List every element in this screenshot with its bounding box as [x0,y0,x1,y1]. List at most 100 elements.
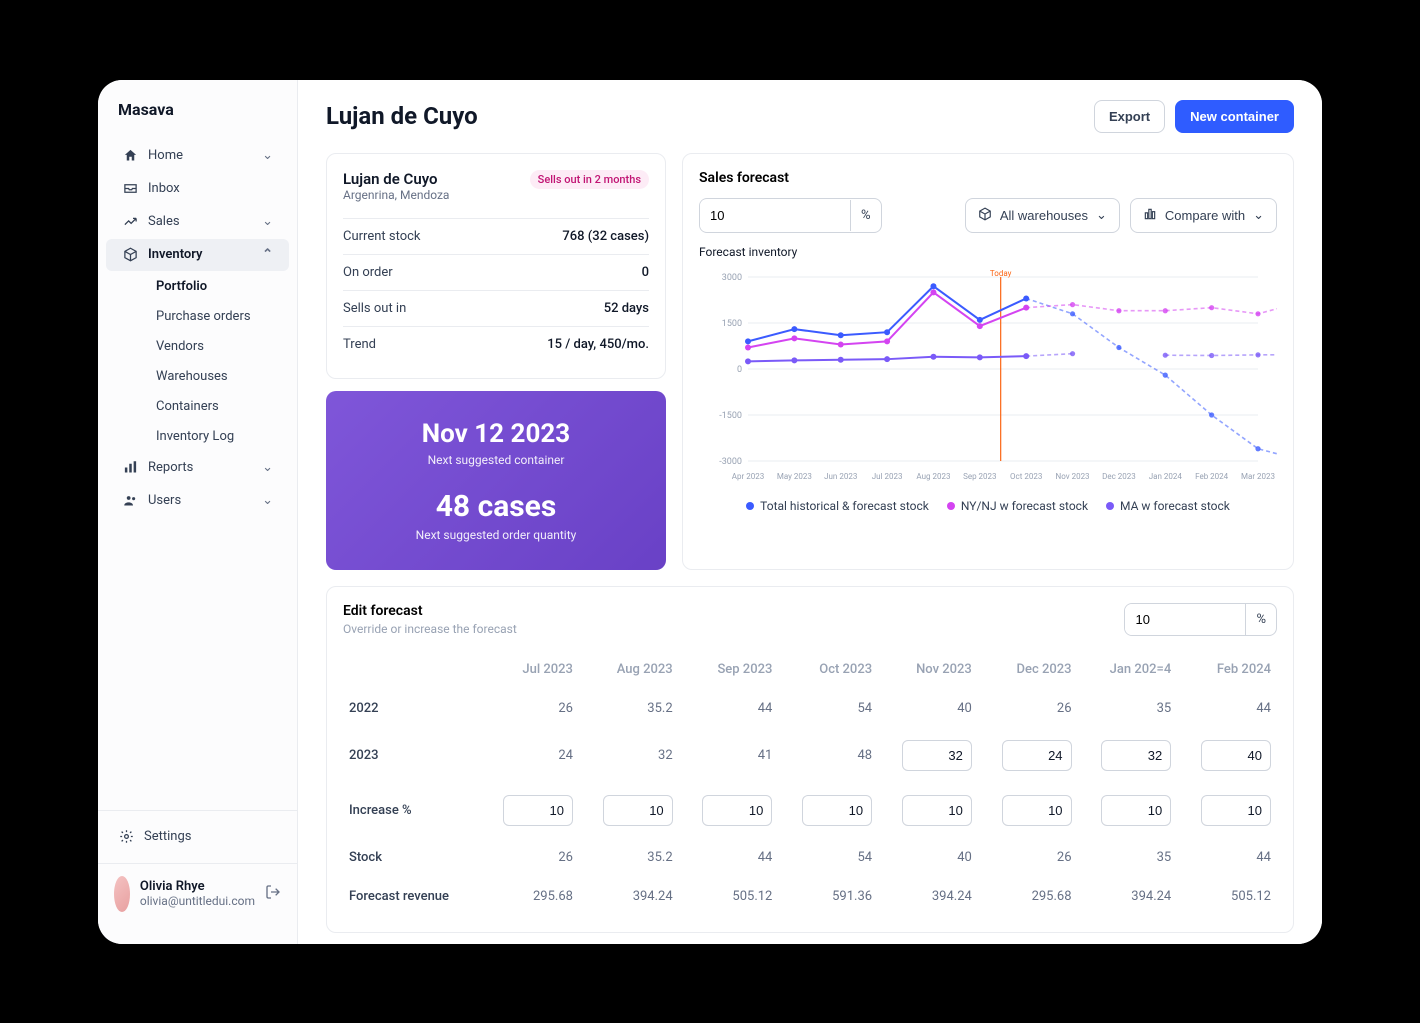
month-header: Nov 2023 [878,650,978,689]
month-header: Dec 2023 [978,650,1078,689]
increase-cell-input[interactable] [503,795,573,826]
nav-label: Sales [148,214,180,229]
logout-icon[interactable] [265,884,281,904]
increase-cell-input[interactable] [1101,795,1171,826]
forecast-cell-input[interactable] [902,740,972,771]
edit-forecast-card: Edit forecast Override or increase the f… [326,586,1294,933]
edit-forecast-sub: Override or increase the forecast [343,622,517,636]
svg-text:Oct 2023: Oct 2023 [1010,472,1042,481]
nav-home[interactable]: Home ⌄ [106,140,289,172]
table-row: Increase % [343,783,1277,838]
chevron-down-icon: ⌄ [262,148,273,163]
chevron-down-icon: ⌄ [262,214,273,229]
increase-cell-input[interactable] [802,795,872,826]
increase-cell-input[interactable] [1002,795,1072,826]
chevron-down-icon: ⌄ [1253,207,1264,223]
stat-on-order: On order 0 [343,254,649,290]
svg-text:Nov 2023: Nov 2023 [1056,472,1090,481]
forecast-title: Sales forecast [699,170,1277,186]
export-button[interactable]: Export [1094,100,1165,133]
forecast-cell-input[interactable] [1201,740,1271,771]
nav-inventory[interactable]: Inventory ⌃ [106,239,289,271]
month-header: Jan 202=4 [1078,650,1178,689]
summary-title: Lujan de Cuyo [343,170,449,188]
nav-label: Home [148,148,183,163]
new-container-button[interactable]: New container [1175,100,1294,133]
edit-pct-input-group: % [1124,603,1277,636]
box-icon [122,247,138,263]
table-row: 20222635.2445440263544 [343,689,1277,728]
sidebar-footer: Settings Olivia Rhye olivia@untitledui.c… [98,810,297,924]
chart-legend: Total historical & forecast stock NY/NJ … [699,499,1277,513]
forecast-pct-input[interactable] [700,200,850,231]
cube-icon [978,207,992,224]
month-header: Oct 2023 [778,650,878,689]
nav-warehouses[interactable]: Warehouses [126,362,289,391]
svg-text:Feb 2024: Feb 2024 [1195,472,1229,481]
legend-ma: MA w forecast stock [1106,499,1230,513]
svg-text:1500: 1500 [722,319,742,329]
suggest-qty: 48 cases [346,489,646,524]
forecast-cell-input[interactable] [1101,740,1171,771]
nav-reports[interactable]: Reports ⌄ [106,452,289,484]
forecast-subtitle: Forecast inventory [699,245,1277,259]
svg-text:0: 0 [737,365,742,375]
stat-sells-out: Sells out in 52 days [343,290,649,326]
svg-text:Aug 2023: Aug 2023 [916,472,950,481]
nav-portfolio[interactable]: Portfolio [126,272,289,301]
svg-text:Dec 2023: Dec 2023 [1102,472,1136,481]
nav-inventory-log[interactable]: Inventory Log [126,422,289,451]
top-grid: Lujan de Cuyo Argenrina, Mendoza Sells o… [326,153,1294,570]
summary-card: Lujan de Cuyo Argenrina, Mendoza Sells o… [326,153,666,379]
svg-text:Sep 2023: Sep 2023 [963,472,996,481]
warehouse-select[interactable]: All warehouses ⌄ [965,198,1120,233]
increase-cell-input[interactable] [1201,795,1271,826]
svg-text:Today: Today [990,269,1012,278]
nav-inbox[interactable]: Inbox [106,173,289,205]
compare-select[interactable]: Compare with ⌄ [1130,198,1277,233]
page-header: Lujan de Cuyo Export New container [326,100,1294,133]
avatar [114,876,130,912]
forecast-card: Sales forecast % All warehouses ⌄ [682,153,1294,570]
user-profile[interactable]: Olivia Rhye olivia@untitledui.com [98,863,297,924]
suggest-date: Nov 12 2023 [346,419,646,449]
forecast-pct-input-group: % [699,198,882,233]
sidebar: Masava Home ⌄ Inbox [98,80,298,944]
nav-settings[interactable]: Settings [98,819,297,855]
nav-vendors[interactable]: Vendors [126,332,289,361]
chevron-up-icon: ⌃ [262,247,273,262]
table-row: Forecast revenue295.68394.24505.12591.36… [343,877,1277,916]
chevron-down-icon: ⌄ [1096,207,1107,223]
svg-text:-1500: -1500 [719,411,742,421]
increase-cell-input[interactable] [702,795,772,826]
page-title: Lujan de Cuyo [326,102,478,130]
chevron-down-icon: ⌄ [262,460,273,475]
home-icon [122,148,138,164]
increase-cell-input[interactable] [902,795,972,826]
nav-containers[interactable]: Containers [126,392,289,421]
nav-sales[interactable]: Sales ⌄ [106,206,289,238]
trend-icon [122,214,138,230]
suggestion-card: Nov 12 2023 Next suggested container 48 … [326,391,666,570]
gear-icon [118,829,134,845]
increase-cell-input[interactable] [603,795,673,826]
stat-current-stock: Current stock 768 (32 cases) [343,218,649,254]
forecast-cell-input[interactable] [1002,740,1072,771]
legend-total: Total historical & forecast stock [746,499,929,513]
pct-unit: % [1245,604,1276,635]
month-header: Sep 2023 [679,650,779,689]
nav-users[interactable]: Users ⌄ [106,485,289,517]
header-actions: Export New container [1094,100,1294,133]
month-header: Aug 2023 [579,650,679,689]
nav-label: Inbox [148,181,180,196]
pct-unit: % [850,200,881,231]
nav-purchase-orders[interactable]: Purchase orders [126,302,289,331]
edit-pct-input[interactable] [1125,604,1245,635]
app-screen: Masava Home ⌄ Inbox [98,80,1322,944]
bar-chart-icon [122,460,138,476]
sellout-badge: Sells out in 2 months [530,170,649,189]
nav-label: Inventory [148,247,203,262]
users-icon [122,493,138,509]
month-header: Feb 2024 [1177,650,1277,689]
svg-text:Jul 2023: Jul 2023 [872,472,903,481]
